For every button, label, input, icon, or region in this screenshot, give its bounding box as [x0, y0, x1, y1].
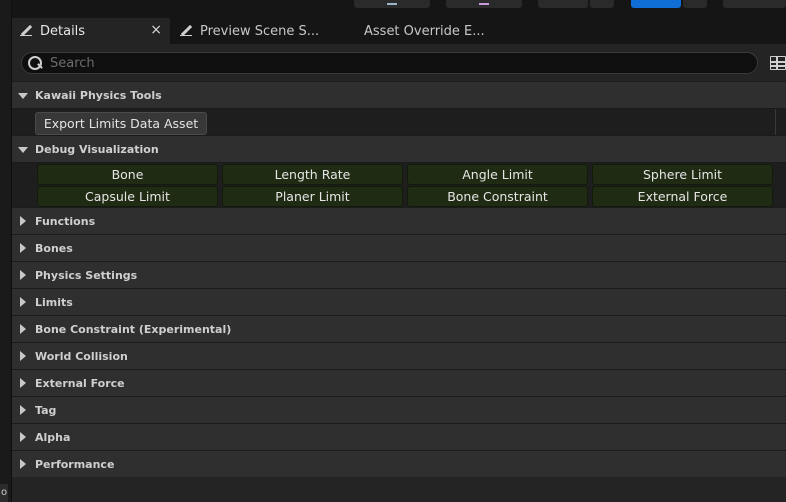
search-icon — [26, 55, 42, 71]
property-matrix-icon[interactable] — [770, 56, 786, 70]
chevron-right-icon — [12, 397, 35, 424]
category-label: Tag — [35, 403, 57, 417]
category-label: Performance — [35, 457, 115, 471]
category-debug-visualization[interactable]: Debug Visualization — [12, 135, 786, 162]
category-label: External Force — [35, 376, 125, 390]
debug-angle-limit-button[interactable]: Angle Limit — [407, 164, 588, 185]
export-limits-data-asset-button[interactable]: Export Limits Data Asset — [35, 112, 207, 135]
debug-external-force-button[interactable]: External Force — [592, 186, 773, 207]
category-world-collision[interactable]: World Collision — [12, 342, 786, 369]
category-label: Functions — [35, 214, 96, 228]
toolbar-dropdown-3[interactable] — [590, 0, 614, 8]
toolbar-button-3[interactable] — [538, 0, 588, 8]
tab-preview-scene[interactable]: Preview Scene S... — [172, 18, 352, 44]
chevron-right-icon — [12, 208, 35, 235]
category-external-force[interactable]: External Force — [12, 369, 786, 396]
category-alpha[interactable]: Alpha — [12, 423, 786, 450]
chevron-right-icon — [12, 316, 35, 343]
category-limits[interactable]: Limits — [12, 288, 786, 315]
tab-details-label: Details — [40, 23, 86, 39]
tab-asset-override[interactable]: Asset Override E... — [356, 18, 536, 44]
close-icon[interactable]: × — [150, 22, 162, 38]
chevron-right-icon — [12, 424, 35, 451]
category-label: Alpha — [35, 430, 71, 444]
category-label: Bones — [35, 241, 73, 255]
category-physics-settings[interactable]: Physics Settings — [12, 261, 786, 288]
column-divider — [775, 109, 776, 136]
top-toolbar — [12, 0, 786, 14]
category-functions[interactable]: Functions — [12, 207, 786, 234]
chevron-right-icon — [12, 262, 35, 289]
debug-capsule-limit-button[interactable]: Capsule Limit — [37, 186, 218, 207]
search-input[interactable] — [42, 55, 757, 71]
left-strip-label: o — [0, 484, 8, 502]
category-label: Physics Settings — [35, 268, 138, 282]
chevron-right-icon — [12, 289, 35, 316]
details-panel: Kawaii Physics Tools Export Limits Data … — [12, 44, 786, 502]
pencil-icon — [180, 24, 194, 38]
chevron-down-icon — [12, 82, 35, 109]
search-row — [12, 44, 786, 82]
chevron-right-icon — [12, 235, 35, 262]
tab-bar: Details × Preview Scene S... Asset Overr… — [12, 18, 786, 44]
tab-preview-label: Preview Scene S... — [200, 23, 320, 39]
details-window: o Details × Preview Scene S... Asset Ove… — [0, 0, 786, 502]
category-label: Bone Constraint (Experimental) — [35, 322, 232, 336]
debug-bone-button[interactable]: Bone — [37, 164, 218, 185]
category-bones[interactable]: Bones — [12, 234, 786, 261]
chevron-right-icon — [12, 343, 35, 370]
search-box[interactable] — [21, 52, 758, 74]
toolbar-icon-2 — [479, 0, 489, 5]
chevron-down-icon — [12, 136, 35, 163]
category-tag[interactable]: Tag — [12, 396, 786, 423]
chevron-right-icon — [12, 370, 35, 397]
debug-length-rate-button[interactable]: Length Rate — [222, 164, 403, 185]
left-panel-edge: o — [0, 0, 12, 502]
debug-buttons-area: Bone Length Rate Angle Limit Sphere Limi… — [12, 162, 786, 209]
debug-planer-limit-button[interactable]: Planer Limit — [222, 186, 403, 207]
tab-override-label: Asset Override E... — [364, 23, 485, 39]
category-label: Limits — [35, 295, 73, 309]
tab-details[interactable]: Details × — [12, 18, 170, 44]
chevron-right-icon — [12, 451, 35, 478]
category-label: Debug Visualization — [35, 142, 159, 156]
toolbar-button-1[interactable] — [354, 0, 430, 8]
pencil-icon — [20, 24, 34, 38]
category-label: World Collision — [35, 349, 128, 363]
kawaii-tools-row: Export Limits Data Asset — [12, 108, 786, 136]
toolbar-button-active[interactable] — [631, 0, 681, 8]
toolbar-icon-1 — [387, 0, 397, 5]
category-performance[interactable]: Performance — [12, 450, 786, 477]
toolbar-dropdown-4[interactable] — [683, 0, 707, 8]
toolbar-button-5[interactable] — [723, 0, 786, 8]
debug-sphere-limit-button[interactable]: Sphere Limit — [592, 164, 773, 185]
category-kawaii-physics-tools[interactable]: Kawaii Physics Tools — [12, 81, 786, 108]
category-label: Kawaii Physics Tools — [35, 88, 162, 102]
debug-bone-constraint-button[interactable]: Bone Constraint — [407, 186, 588, 207]
toolbar-button-2[interactable] — [446, 0, 522, 8]
category-bone-constraint[interactable]: Bone Constraint (Experimental) — [12, 315, 786, 342]
